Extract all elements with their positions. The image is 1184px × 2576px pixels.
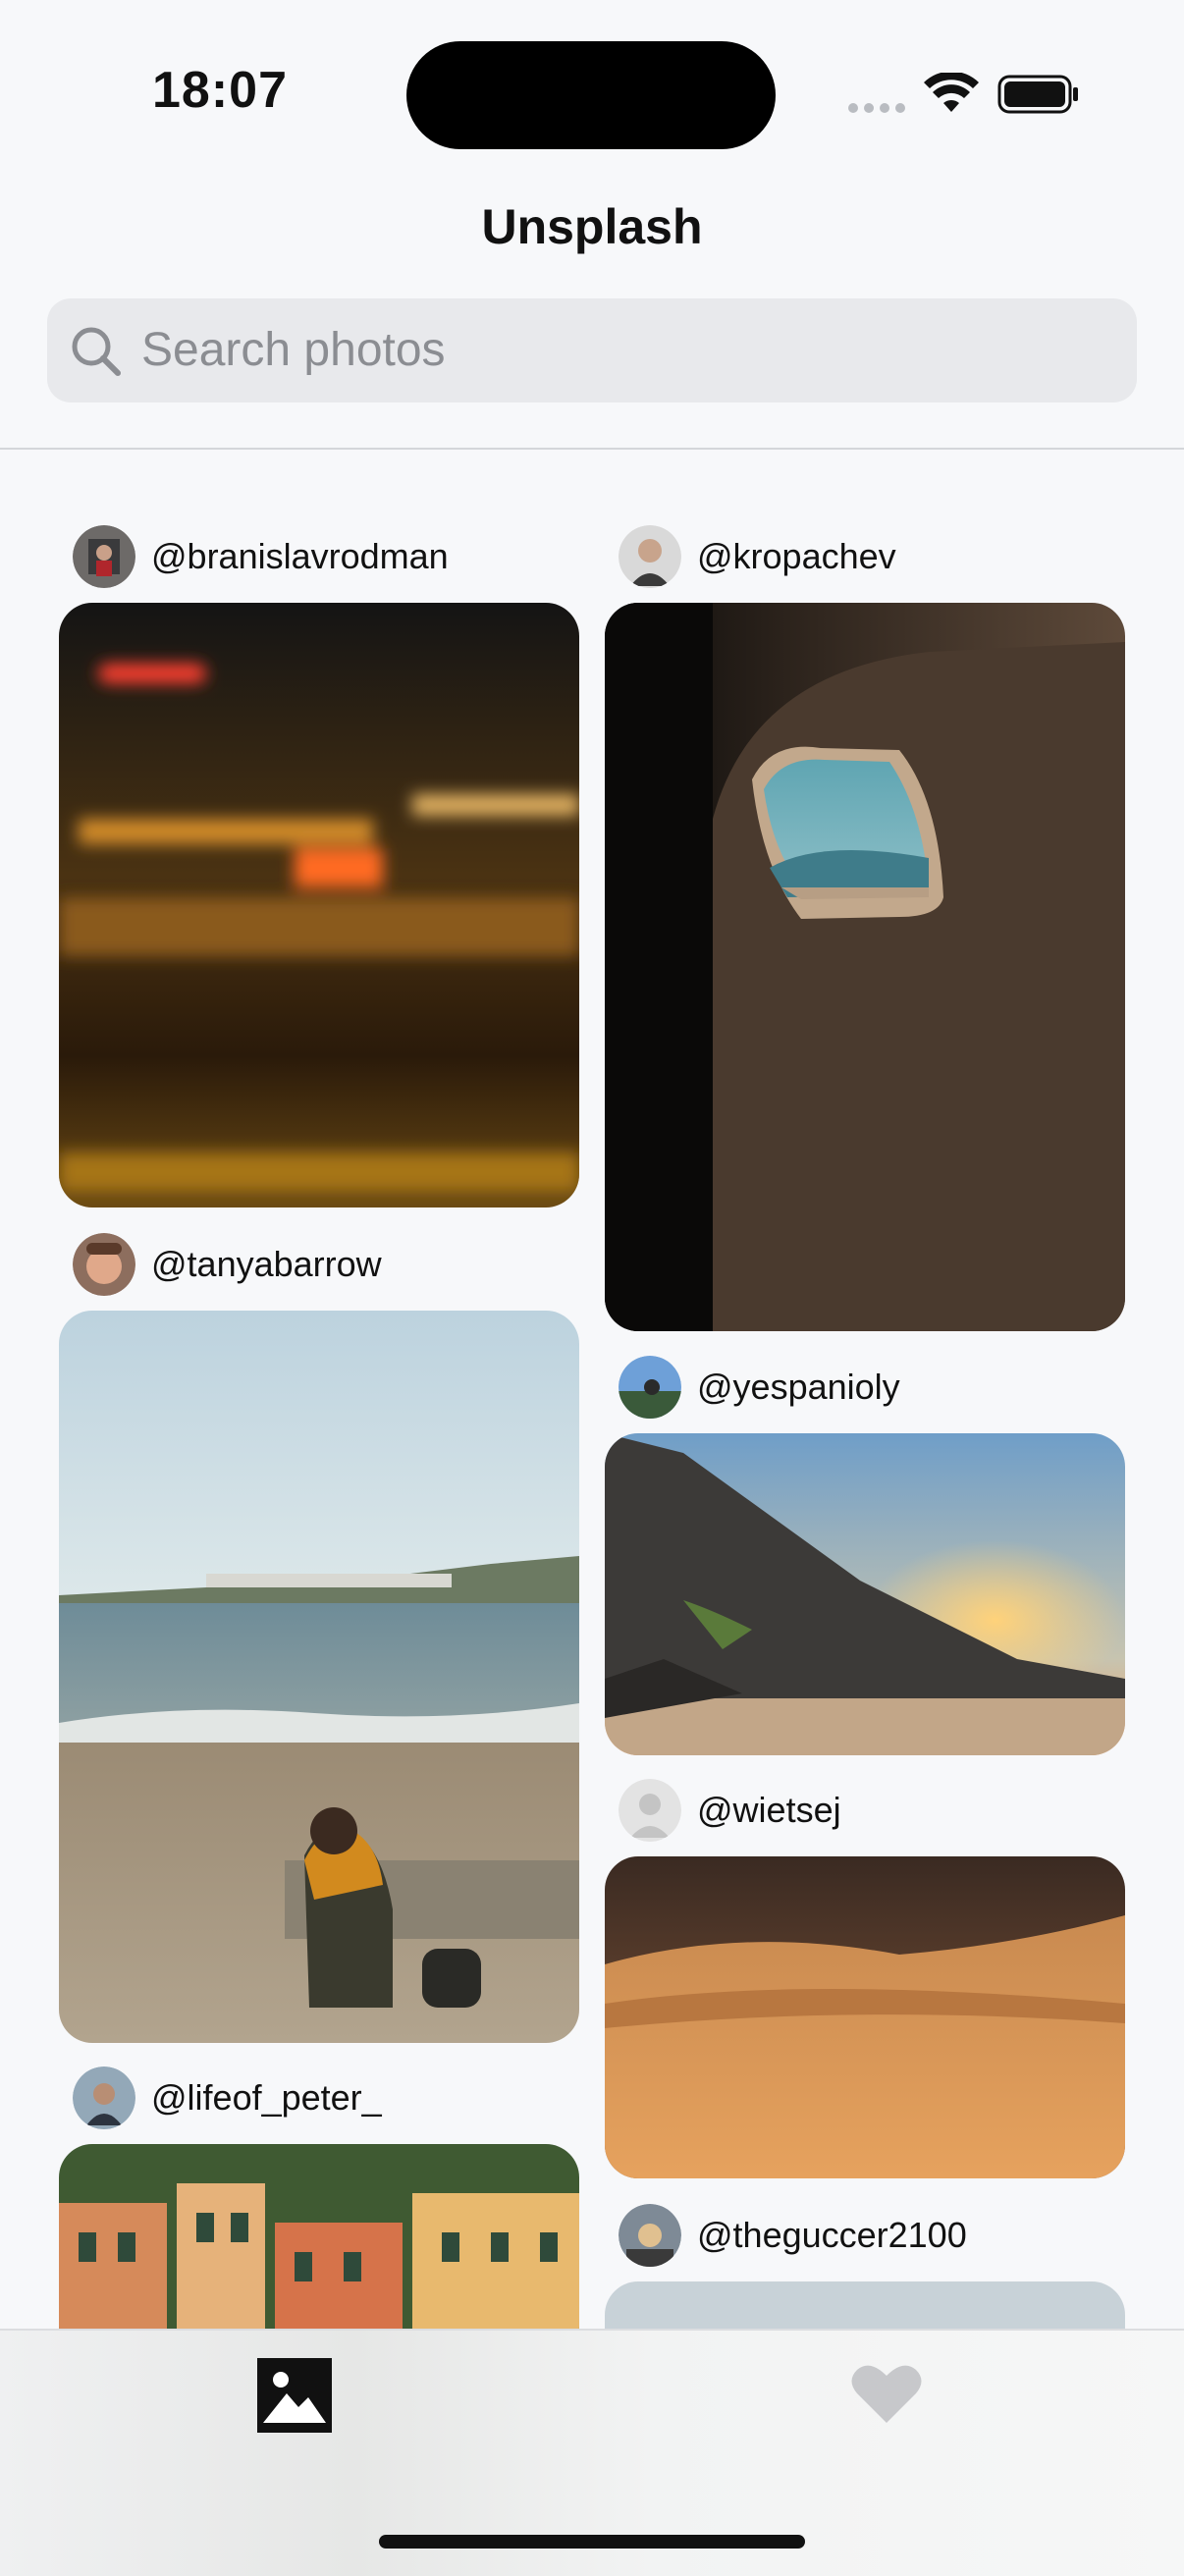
card-header[interactable]: @wietsej — [619, 1778, 841, 1843]
status-time: 18:07 — [152, 62, 288, 119]
arched-window-sea-photo — [605, 603, 1125, 1331]
card-header[interactable]: @tanyabarrow — [73, 1232, 382, 1297]
username: @theguccer2100 — [697, 2215, 967, 2255]
coastal-sunset-photo — [605, 1433, 1125, 1755]
card-header[interactable]: @kropachev — [619, 524, 896, 589]
page-title: Unsplash — [481, 199, 703, 254]
username: @lifeof_peter_ — [151, 2077, 382, 2118]
photo[interactable] — [59, 2144, 579, 2360]
avatar — [619, 1356, 681, 1419]
card-header[interactable]: @branislavrodman — [73, 524, 449, 589]
avatar — [619, 2204, 681, 2267]
search-icon — [72, 327, 121, 376]
photo[interactable] — [605, 603, 1125, 1331]
search-placeholder: Search photos — [141, 324, 446, 376]
card-header[interactable]: @lifeof_peter_ — [73, 2066, 382, 2130]
photo[interactable] — [59, 603, 579, 1208]
home-indicator — [379, 2535, 805, 2549]
username: @yespanioly — [697, 1367, 900, 1407]
username: @kropachev — [697, 536, 896, 576]
city-night-blur-photo — [59, 603, 579, 1208]
avatar — [73, 1233, 135, 1296]
username: @branislavrodman — [151, 536, 449, 576]
username: @wietsej — [697, 1790, 841, 1830]
dynamic-island — [406, 41, 776, 149]
tab-favorites[interactable] — [850, 2362, 923, 2430]
wifi-icon — [924, 73, 979, 112]
signal-dots-icon — [848, 103, 905, 113]
card-header[interactable]: @theguccer2100 — [619, 2203, 967, 2268]
heart-icon — [851, 2365, 922, 2423]
status-bar: 18:07 — [0, 0, 1184, 196]
photo[interactable] — [605, 1856, 1125, 2178]
search-input[interactable]: Search photos — [47, 298, 1137, 402]
avatar — [73, 525, 135, 588]
tab-photos[interactable] — [257, 2358, 332, 2433]
card-header[interactable]: @yespanioly — [619, 1355, 900, 1420]
desert-dunes-photo — [605, 1856, 1125, 2178]
avatar — [619, 525, 681, 588]
avatar — [73, 2066, 135, 2129]
colorful-buildings-photo — [59, 2144, 579, 2360]
photo[interactable] — [605, 1433, 1125, 1755]
photo-icon — [257, 2358, 332, 2433]
photo[interactable] — [59, 1311, 579, 2043]
username: @tanyabarrow — [151, 1244, 382, 1284]
avatar — [619, 1779, 681, 1842]
battery-icon — [997, 75, 1078, 114]
header-divider — [0, 448, 1184, 450]
beach-person-photo — [59, 1311, 579, 2043]
